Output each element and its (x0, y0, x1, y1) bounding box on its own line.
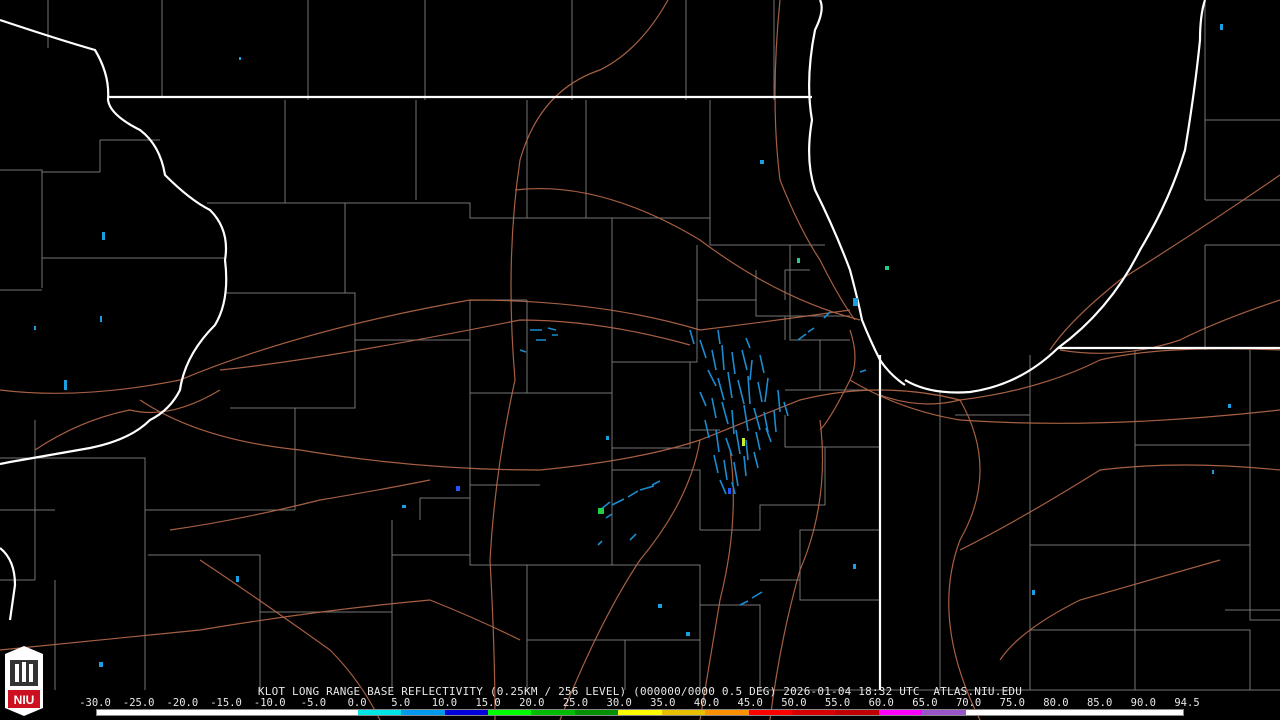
colorbar-tick-label: 10.0 (431, 697, 458, 709)
highways (0, 0, 1280, 720)
colorbar-segment (574, 710, 619, 715)
colorbar-tick-label: 0.0 (347, 697, 367, 709)
colorbar-tick-label: 50.0 (781, 697, 807, 709)
colorbar-tick-label: 80.0 (1043, 697, 1069, 709)
colorbar-tick-label: 15.0 (475, 697, 501, 709)
colorbar-segment (183, 710, 228, 715)
state-boundaries (0, 0, 1280, 690)
radar-map (0, 0, 1280, 720)
colorbar-tick-label: -25.0 (122, 697, 155, 709)
colorbar-segment (1139, 710, 1183, 715)
colorbar-tick-label: 60.0 (868, 697, 894, 709)
colorbar-segment (922, 710, 966, 715)
colorbar-segment (314, 710, 358, 715)
colorbar-segment (357, 710, 402, 715)
colorbar-tick-label: 30.0 (606, 697, 632, 709)
colorbar-tick-label: 70.0 (955, 697, 982, 709)
colorbar-tick-label: 85.0 (1086, 697, 1113, 709)
colorbar-tick-label: 25.0 (562, 697, 589, 709)
colorbar-segment (661, 710, 706, 715)
colorbar-tick-label: 55.0 (824, 697, 851, 709)
colorbar-tick-label: 35.0 (650, 697, 676, 709)
colorbar-tick-label: 75.0 (999, 697, 1025, 709)
colorbar-segment (97, 710, 141, 715)
colorbar-segment (748, 710, 792, 715)
niu-logo-icon: NIU (5, 646, 43, 716)
colorbar-segment (878, 710, 923, 715)
colorbar-segment (835, 710, 879, 715)
colorbar-segment (487, 710, 532, 715)
colorbar-tick-label: 45.0 (737, 697, 763, 709)
colorbar-tick-label: -10.0 (253, 697, 286, 709)
colorbar-segment (1009, 710, 1053, 715)
colorbar-tick-label: 94.5 (1174, 697, 1200, 709)
colorbar-labels: -30.0 -25.0 -20.0 -15.0 -10.0 -5.0 0.0 5.0 10.0 1… (79, 697, 1205, 709)
colorbar-tick-label: -20.0 (166, 697, 199, 709)
colorbar-tick-label: 5.0 (391, 697, 411, 709)
colorbar-segment (705, 710, 749, 715)
colorbar-segment (270, 710, 315, 715)
radar-echo-cluster (519, 311, 867, 606)
colorbar-segment (531, 710, 575, 715)
colorbar-tick-label: 90.0 (1130, 697, 1156, 709)
colorbar-segment (140, 710, 184, 715)
colorbar-tick-label: 65.0 (912, 697, 938, 709)
colorbar-segment (444, 710, 488, 715)
reflectivity-colorbar (96, 709, 1184, 716)
colorbar-segment (401, 710, 445, 715)
colorbar-tick-label: -15.0 (210, 697, 242, 709)
colorbar-segment (792, 710, 836, 715)
colorbar-tick-label: 20.0 (519, 697, 545, 709)
colorbar-tick-label: 40.0 (693, 697, 720, 709)
colorbar-segment (618, 710, 662, 715)
colorbar-tick-label: -30.0 (79, 697, 111, 709)
colorbar-segment (965, 710, 1010, 715)
county-boundaries (0, 0, 1280, 691)
colorbar-segment (227, 710, 271, 715)
colorbar-tick-label: -5.0 (300, 697, 327, 709)
colorbar-segment (1096, 710, 1140, 715)
colorbar-segment (1052, 710, 1097, 715)
